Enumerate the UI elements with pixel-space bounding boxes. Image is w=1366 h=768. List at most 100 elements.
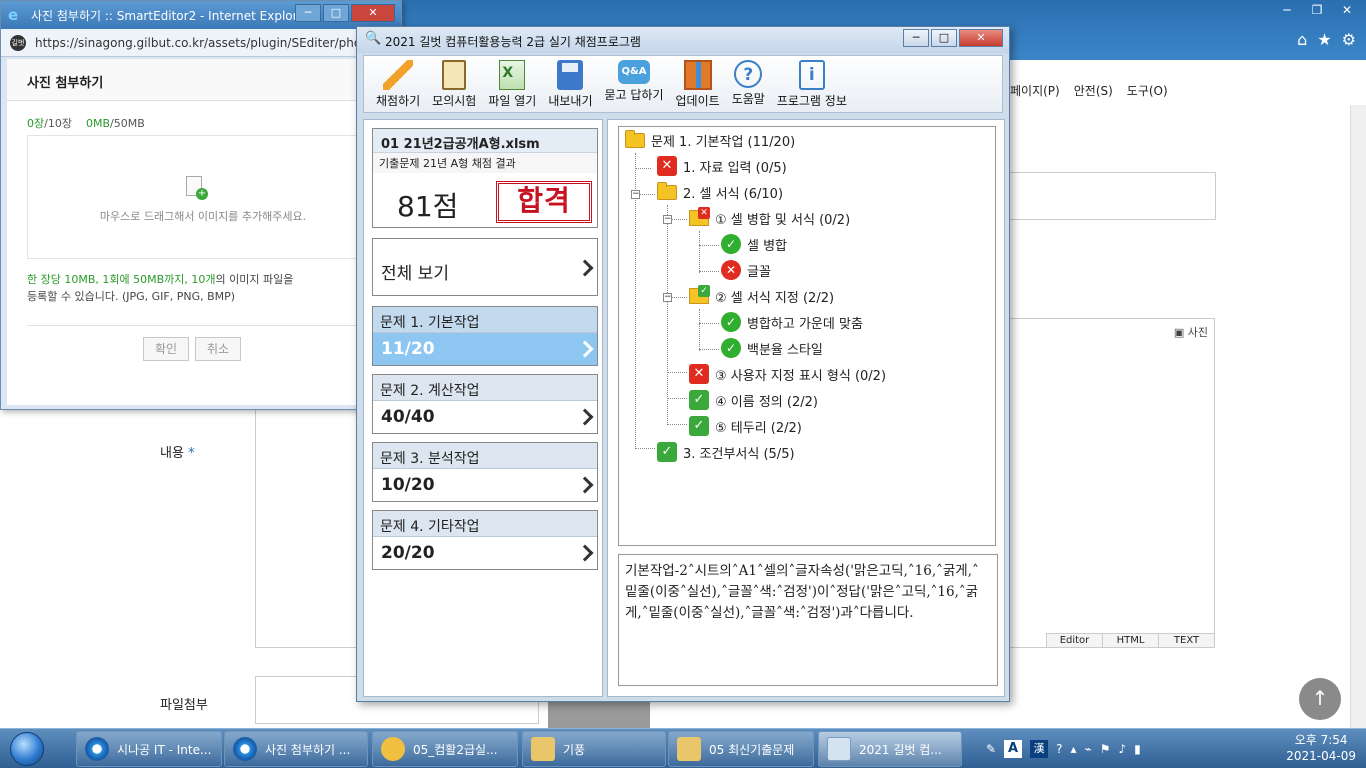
tree-node-root[interactable]: 문제 1. 기본작업 (11/20) (625, 129, 795, 151)
tools-menu[interactable]: 도구(O) (1127, 82, 1168, 99)
start-button[interactable] (2, 730, 54, 768)
close-button[interactable]: ✕ (1336, 2, 1358, 18)
ime-mode-a[interactable]: A (1004, 740, 1023, 758)
collapse-toggle[interactable]: − (631, 190, 640, 199)
minimize-button[interactable]: ─ (1276, 2, 1298, 18)
taskbar-item-photo-attach[interactable]: 사진 첨부하기 ... (224, 731, 368, 767)
popup-window-buttons: ─ □ ✕ (295, 4, 395, 22)
export-button[interactable]: 내보내기 (542, 56, 598, 112)
restore-button[interactable]: ❐ (1306, 2, 1328, 18)
program-info-button[interactable]: i 프로그램 정보 (771, 56, 853, 112)
tree-connector (635, 168, 651, 169)
program-info-label: 프로그램 정보 (776, 94, 847, 108)
page-menu[interactable]: 페이지(P) (1010, 82, 1060, 99)
tree-node-label: ① 셀 병합 및 서식 (0/2) (715, 212, 851, 228)
fail-x-icon: ✕ (721, 260, 741, 280)
file-attach-label: 파일첨부 (160, 698, 208, 713)
taskbar-item-folder-gipung[interactable]: 기풍 (522, 731, 666, 767)
tree-node-conditional-format[interactable]: ✓ 3. 조건부서식 (5/5) (657, 441, 795, 463)
safety-menu[interactable]: 안전(S) (1074, 82, 1113, 99)
post-title-input[interactable] (980, 172, 1216, 220)
problem-2-item[interactable]: 문제 2. 계산작업 40/40 (372, 374, 598, 434)
taskbar-item-sinagong[interactable]: 시나공 IT - Inte... (76, 731, 222, 767)
popup-close-button[interactable]: ✕ (351, 4, 395, 22)
help-icon[interactable]: ? (1056, 742, 1062, 756)
content-label-text: 내용 (160, 446, 184, 461)
grading-app-icon (827, 737, 851, 761)
ime-hanja[interactable]: 漢 (1030, 740, 1049, 758)
tree-node-percent-style[interactable]: ✓ 백분율 스타일 (721, 337, 823, 359)
folder-icon (531, 737, 555, 761)
app-close-button[interactable]: ✕ (959, 29, 1003, 47)
tree-node-merge-format[interactable]: ✕ ① 셀 병합 및 서식 (0/2) (689, 207, 850, 229)
tree-node-merge-center[interactable]: ✓ 병합하고 가운데 맞춤 (721, 311, 863, 333)
help-button[interactable]: ? 도움말 (726, 56, 771, 112)
tree-node-cell-merge[interactable]: ✓ 셀 병합 (721, 233, 787, 255)
tab-html[interactable]: HTML (1102, 633, 1158, 647)
tab-text[interactable]: TEXT (1158, 633, 1214, 647)
tray-expand-icon[interactable]: ▴ (1070, 742, 1076, 756)
page-scrollbar[interactable] (1350, 105, 1366, 730)
qa-button[interactable]: Q&A 묻고 답하기 (599, 56, 670, 112)
size-total: /50MB (110, 117, 145, 130)
clock[interactable]: 오후 7:54 2021-04-09 (1286, 732, 1356, 764)
problem-3-item[interactable]: 문제 3. 분석작업 10/20 (372, 442, 598, 502)
scroll-to-top-button[interactable]: ↑ (1299, 678, 1341, 720)
update-button[interactable]: 업데이트 (670, 56, 726, 112)
info-icon: i (798, 60, 825, 90)
problem-4-item[interactable]: 문제 4. 기타작업 20/20 (372, 510, 598, 570)
tree-node-cell-format[interactable]: 2. 셀 서식 (6/10) (657, 181, 783, 203)
gear-icon[interactable]: ⚙ (1342, 30, 1356, 49)
tree-node-format-set[interactable]: ✓ ② 셀 서식 지정 (2/2) (689, 285, 834, 307)
grading-program-window: 🔍 2021 길벗 컴퓨터활용능력 2급 실기 채점프로그램 ─ □ ✕ 채점하… (356, 26, 1010, 702)
mock-exam-button[interactable]: 모의시험 (426, 56, 482, 112)
total-score: 81점 (397, 190, 459, 223)
editor-photo-label: 사진 (1187, 326, 1208, 339)
popup-maximize-button[interactable]: □ (323, 4, 349, 22)
home-icon[interactable]: ⌂ (1297, 30, 1307, 49)
tree-node-font[interactable]: ✕ 글꼴 (721, 259, 771, 281)
popup-address-bar[interactable]: 길벗 https://sinagong.gilbut.co.kr/assets/… (1, 29, 401, 57)
count-used: 0장 (27, 117, 45, 130)
app-minimize-button[interactable]: ─ (903, 29, 929, 47)
tree-node-name-define[interactable]: ✓ ④ 이름 정의 (2/2) (689, 389, 818, 411)
tree-node-data-entry[interactable]: ✕ 1. 자료 입력 (0/5) (657, 155, 787, 177)
taskbar-item-folder-exam[interactable]: 05 최신기출문제 (668, 731, 814, 767)
taskbar-item-grading-app[interactable]: 2021 길벗 컴... (818, 731, 962, 767)
tree-node-label: ④ 이름 정의 (2/2) (715, 394, 818, 410)
image-drop-zone[interactable]: + 마우스로 드래그해서 이미지를 추가해주세요. (27, 135, 377, 259)
network-icon[interactable]: ▮ (1134, 742, 1141, 756)
collapse-toggle[interactable]: − (663, 293, 672, 302)
pass-check-icon: ✓ (689, 390, 709, 410)
browser-toolbar-icons: ⌂ ★ ⚙ (1297, 30, 1356, 49)
tree-node-custom-format[interactable]: ✕ ③ 사용자 지정 표시 형식 (0/2) (689, 363, 886, 385)
gift-box-icon (683, 60, 712, 90)
collapse-toggle[interactable]: − (663, 215, 672, 224)
photo-uploader: 사진 첨부하기 0장/10장 0MB/50MB + 마우스로 드래그해서 이미지… (7, 59, 395, 405)
taskbar-item-compact-file[interactable]: 05_컴활2급실... (372, 731, 518, 767)
usb-icon[interactable]: ⌁ (1084, 742, 1091, 756)
cancel-button[interactable]: 취소 (195, 337, 241, 361)
confirm-button[interactable]: 확인 (143, 337, 189, 361)
flag-icon[interactable]: ⚑ (1100, 742, 1111, 756)
app-maximize-button[interactable]: □ (931, 29, 957, 47)
tree-connector (635, 448, 655, 449)
tab-editor[interactable]: Editor (1046, 633, 1102, 647)
qa-label: 묻고 답하기 (604, 88, 664, 102)
required-mark: * (188, 446, 195, 461)
favorites-star-icon[interactable]: ★ (1317, 30, 1331, 49)
tree-connector (699, 323, 719, 324)
divider (27, 325, 377, 326)
taskbar-item-label: 사진 첨부하기 ... (265, 742, 351, 757)
view-all-button[interactable]: 전체 보기 (372, 238, 598, 296)
popup-minimize-button[interactable]: ─ (295, 4, 321, 22)
open-file-button[interactable]: 파일 열기 (482, 56, 542, 112)
editor-photo-button[interactable]: ▣ 사진 (1174, 324, 1208, 340)
pen-icon[interactable]: ✎ (986, 742, 996, 756)
character-icon (381, 737, 405, 761)
speaker-icon[interactable]: ♪ (1118, 742, 1126, 756)
problem-1-item[interactable]: 문제 1. 기본작업 11/20 (372, 306, 598, 366)
tree-node-border[interactable]: ✓ ⑤ 테두리 (2/2) (689, 415, 802, 437)
add-image-icon: + (186, 176, 208, 200)
grade-button[interactable]: 채점하기 (370, 56, 426, 112)
